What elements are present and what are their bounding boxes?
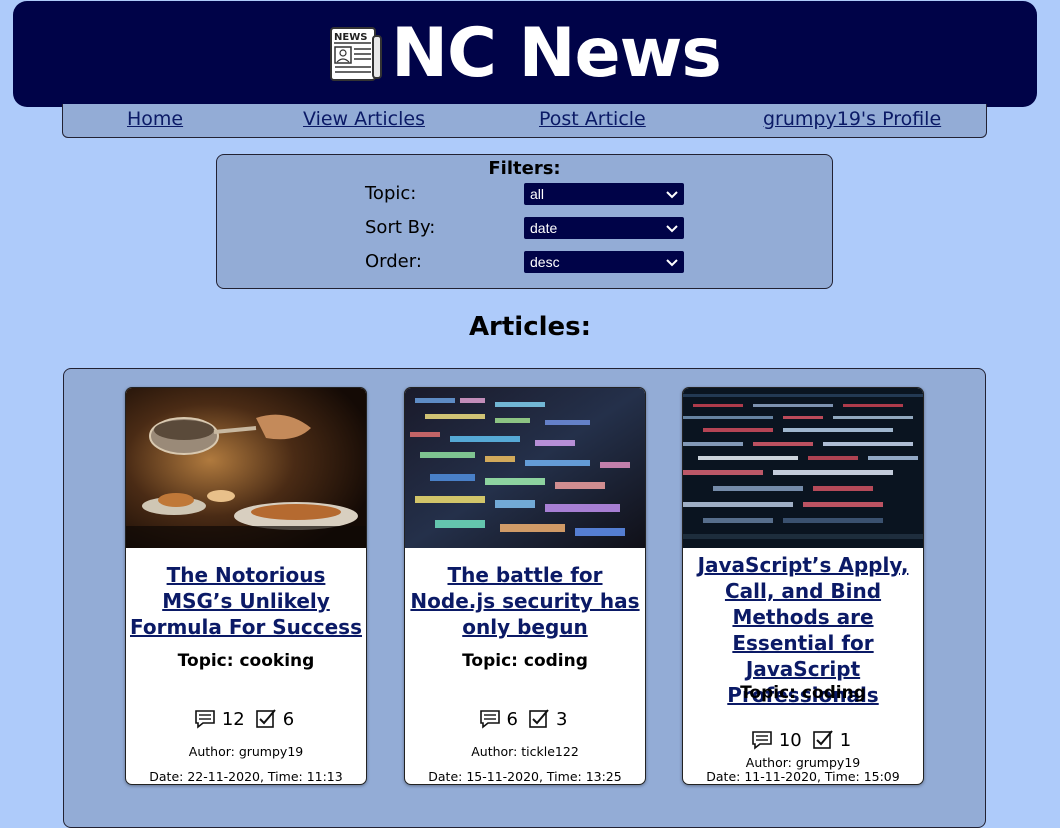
comment-icon xyxy=(195,710,215,729)
nav-link-post-article[interactable]: Post Article xyxy=(539,108,646,130)
order-select[interactable]: desc xyxy=(524,251,684,273)
article-stats: 12 6 xyxy=(126,708,366,730)
sort-label: Sort By: xyxy=(365,217,436,238)
comment-count: 12 xyxy=(221,708,245,730)
nav-bar: Home View Articles Post Article grumpy19… xyxy=(62,104,987,138)
article-title-link[interactable]: The Notorious MSG’s Unlikely Formula For… xyxy=(130,562,362,640)
article-topic: Topic: cooking xyxy=(177,651,315,671)
article-stats: 10 1 xyxy=(683,729,923,751)
comment-icon xyxy=(479,710,500,729)
topic-select[interactable]: all xyxy=(524,183,684,205)
article-image-code xyxy=(405,388,645,548)
article-date: Date: 22-11-2020, Time: 11:13 xyxy=(149,769,343,784)
nav-link-home[interactable]: Home xyxy=(127,108,183,130)
topic-label: Topic: xyxy=(365,183,417,204)
article-topic: Topic: coding xyxy=(462,651,588,671)
comment-icon xyxy=(752,731,772,750)
vote-count: 6 xyxy=(282,708,295,730)
article-date: Date: 15-11-2020, Time: 13:25 xyxy=(428,769,622,784)
article-author: Author: grumpy19 xyxy=(745,755,861,770)
article-author: Author: grumpy19 xyxy=(188,744,304,759)
sort-select[interactable]: date xyxy=(524,217,684,239)
sort-select-value: date xyxy=(530,220,558,236)
article-title-link[interactable]: The battle for Node.js security has only… xyxy=(409,562,641,640)
site-header: NEWS NC News xyxy=(13,1,1037,107)
article-card: JavaScript’s Apply, Call, and Bind Metho… xyxy=(682,387,924,785)
comment-count: 10 xyxy=(778,729,802,751)
vote-count: 1 xyxy=(839,729,852,751)
checkbox-icon[interactable] xyxy=(528,708,550,730)
articles-heading: Articles: xyxy=(468,312,592,342)
article-stats: 6 3 xyxy=(405,708,645,730)
order-select-value: desc xyxy=(530,254,560,270)
article-author: Author: tickle122 xyxy=(471,744,579,759)
vote-count: 3 xyxy=(556,708,568,730)
article-image-cooking xyxy=(126,388,366,548)
chevron-down-icon xyxy=(666,191,678,199)
article-image-terminal xyxy=(683,388,923,548)
checkbox-icon[interactable] xyxy=(255,708,277,730)
nav-link-profile[interactable]: grumpy19's Profile xyxy=(763,108,941,130)
logo-text: NEWS xyxy=(334,32,367,43)
article-topic: Topic: coding xyxy=(740,683,866,703)
order-label: Order: xyxy=(365,251,422,272)
checkbox-icon[interactable] xyxy=(812,729,834,751)
filters-title: Filters: xyxy=(488,158,561,179)
site-title: NC News xyxy=(391,14,722,93)
article-card: The Notorious MSG’s Unlikely Formula For… xyxy=(125,387,367,785)
comment-count: 6 xyxy=(506,708,518,730)
article-date: Date: 11-11-2020, Time: 15:09 xyxy=(706,769,900,784)
topic-select-value: all xyxy=(530,186,545,202)
chevron-down-icon xyxy=(666,259,678,267)
nav-link-view-articles[interactable]: View Articles xyxy=(303,108,425,130)
chevron-down-icon xyxy=(666,225,678,233)
filters-panel: Filters: Topic: all Sort By: date Order:… xyxy=(216,154,833,289)
article-card: The battle for Node.js security has only… xyxy=(404,387,646,785)
newspaper-icon: NEWS xyxy=(330,27,383,81)
